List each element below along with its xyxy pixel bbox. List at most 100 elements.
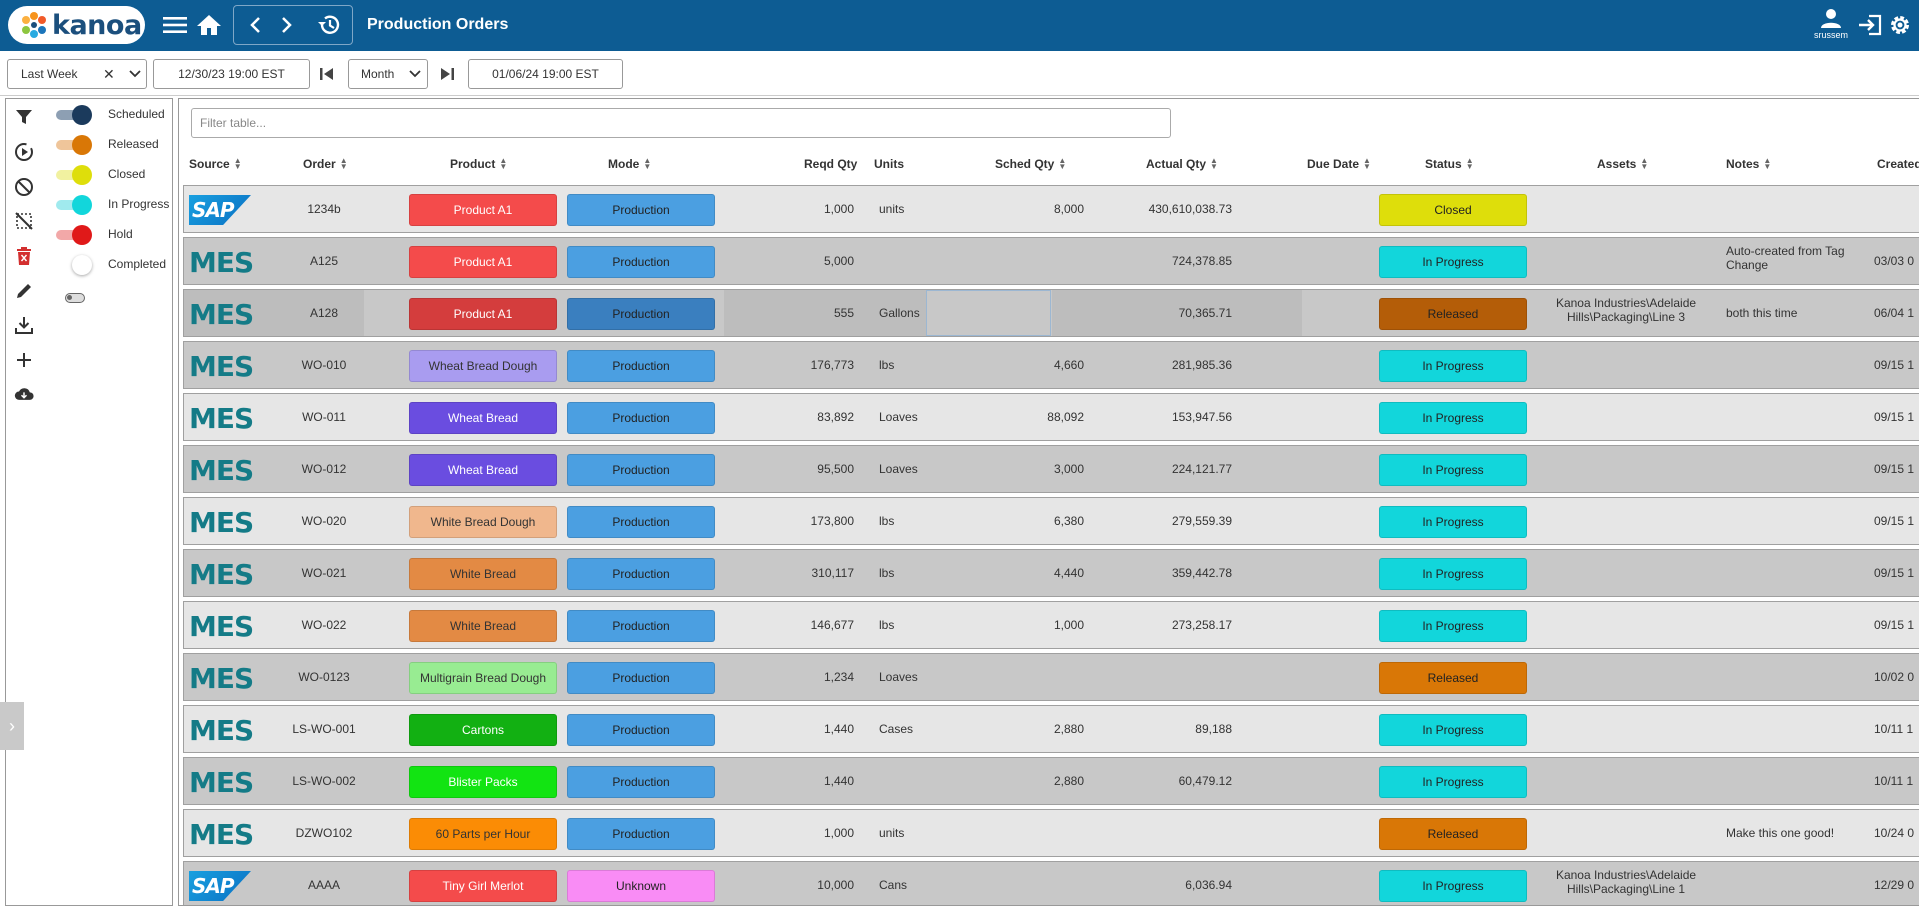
menu-icon[interactable] [160,10,190,40]
table-row[interactable]: MES DZWO102 60 Parts per Hour Production 1,0… [183,809,1919,857]
status-badge[interactable]: In Progress [1379,402,1527,434]
mode-badge[interactable]: Production [567,610,715,642]
col-header-product[interactable]: Product ▲ ▼ [450,157,507,172]
col-header-status[interactable]: Status ▲ ▼ [1425,157,1474,172]
status-badge[interactable]: In Progress [1379,870,1527,902]
status-badge[interactable]: In Progress [1379,454,1527,486]
mode-badge[interactable]: Production [567,662,715,694]
product-badge[interactable]: White Bread [409,558,557,590]
product-badge[interactable]: Blister Packs [409,766,557,798]
legend-item-released[interactable]: Released [56,134,176,156]
status-badge[interactable]: Released [1379,818,1527,850]
start-date-field[interactable]: 12/30/23 19:00 EST [153,59,310,89]
table-row[interactable]: MES LS-WO-001 Cartons Production 1,440 Cases 2… [183,705,1919,753]
status-badge[interactable]: In Progress [1379,506,1527,538]
col-header-reqd-qty[interactable]: Reqd Qty [804,157,857,171]
mode-badge[interactable]: Unknown [567,870,715,902]
table-row[interactable]: MES A125 Product A1 Production 5,000 724,378.… [183,237,1919,285]
status-badge[interactable]: In Progress [1379,610,1527,642]
col-header-notes[interactable]: Notes ▲ ▼ [1726,157,1771,172]
range-select[interactable]: Last Week ✕ [7,59,147,89]
product-badge[interactable]: Wheat Bread Dough [409,350,557,382]
table-row[interactable]: MES WO-010 Wheat Bread Dough Production 176,… [183,341,1919,389]
status-badge[interactable]: In Progress [1379,714,1527,746]
mode-badge[interactable]: Production [567,766,715,798]
download-icon[interactable] [14,315,34,335]
mode-badge[interactable]: Production [567,194,715,226]
timer-play-icon[interactable] [14,142,34,162]
kanoa-logo[interactable]: kanoa [8,6,145,44]
legend-item-completed[interactable]: Completed [56,254,176,276]
col-header-order[interactable]: Order ▲ ▼ [303,157,348,172]
mode-badge[interactable]: Production [567,246,715,278]
status-badge[interactable]: Closed [1379,194,1527,226]
mode-badge[interactable]: Production [567,402,715,434]
col-header-due-date[interactable]: Due Date ▲ ▼ [1307,157,1371,172]
table-row[interactable]: MES WO-021 White Bread Production 310,117 lbs… [183,549,1919,597]
col-header-created[interactable]: Created [1877,157,1919,171]
user-menu[interactable]: srussem [1805,8,1857,40]
delete-icon[interactable] [14,246,34,266]
end-date-field[interactable]: 01/06/24 19:00 EST [468,59,623,89]
status-badge[interactable]: In Progress [1379,558,1527,590]
clear-icon[interactable]: ✕ [103,66,115,83]
table-row[interactable]: MES WO-012 Wheat Bread Production 95,500 Loav… [183,445,1919,493]
legend-item-in-progress[interactable]: In Progress [56,194,176,216]
product-badge[interactable]: Multigrain Bread Dough [409,662,557,694]
skip-previous-icon[interactable] [318,67,336,84]
mode-badge[interactable]: Production [567,454,715,486]
table-row[interactable]: MES WO-022 White Bread Production 146,677 lbs… [183,601,1919,649]
table-row[interactable]: MES WO-0123 Multigrain Bread Dough Producti… [183,653,1919,701]
mode-badge[interactable]: Production [567,714,715,746]
table-row[interactable]: MES WO-011 Wheat Bread Production 83,892 Loav… [183,393,1919,441]
cloud-download-icon[interactable] [14,384,34,404]
table-row[interactable]: SAP AAAA Tiny Girl Merlot Unknown 10,000 Cans… [183,861,1919,905]
legend-item-closed[interactable]: Closed [56,164,176,186]
status-badge[interactable]: Released [1379,662,1527,694]
product-badge[interactable]: Product A1 [409,246,557,278]
product-badge[interactable]: Wheat Bread [409,402,557,434]
col-header-source[interactable]: Source ▲ ▼ [189,157,242,172]
col-header-actual-qty[interactable]: Actual Qty ▲ ▼ [1146,157,1218,172]
status-badge[interactable]: In Progress [1379,350,1527,382]
status-badge[interactable]: Released [1379,298,1527,330]
mode-badge[interactable]: Production [567,350,715,382]
table-row[interactable]: SAP 1234b Product A1 Production 1,000 units 8,… [183,185,1919,233]
status-badge[interactable]: In Progress [1379,766,1527,798]
col-header-mode[interactable]: Mode ▲ ▼ [608,157,651,172]
mode-badge[interactable]: Production [567,298,715,330]
table-row[interactable]: MES LS-WO-002 Blister Packs Production 1,440… [183,757,1919,805]
product-badge[interactable]: Wheat Bread [409,454,557,486]
product-badge[interactable]: Cartons [409,714,557,746]
edit-pencil-icon[interactable] [14,281,34,301]
product-badge[interactable]: Tiny Girl Merlot [409,870,557,902]
col-header-assets[interactable]: Assets ▲ ▼ [1597,157,1648,172]
product-badge[interactable]: Product A1 [409,194,557,226]
col-header-units[interactable]: Units [874,157,904,171]
history-icon[interactable] [314,10,344,40]
back-icon[interactable] [240,10,270,40]
mode-badge[interactable]: Production [567,558,715,590]
mode-badge[interactable]: Production [567,506,715,538]
filter-icon[interactable] [14,107,34,127]
product-badge[interactable]: White Bread [409,610,557,642]
settings-gear-icon[interactable] [1885,10,1915,40]
deselect-icon[interactable] [14,211,34,231]
home-icon[interactable] [194,10,224,40]
show-all-toggle[interactable] [65,293,85,303]
table-row[interactable]: MES WO-020 White Bread Dough Production 173,… [183,497,1919,545]
legend-item-scheduled[interactable]: Scheduled [56,104,176,126]
logout-icon[interactable] [1855,10,1885,40]
skip-next-icon[interactable] [438,67,456,84]
product-badge[interactable]: 60 Parts per Hour [409,818,557,850]
product-badge[interactable]: White Bread Dough [409,506,557,538]
mode-badge[interactable]: Production [567,818,715,850]
status-badge[interactable]: In Progress [1379,246,1527,278]
col-header-sched-qty[interactable]: Sched Qty ▲ ▼ [995,157,1066,172]
product-badge[interactable]: Product A1 [409,298,557,330]
table-filter-input[interactable] [191,108,1171,138]
expand-panel-button[interactable]: › [0,702,24,750]
period-select[interactable]: Month [348,59,428,89]
legend-item-hold[interactable]: Hold [56,224,176,246]
table-row[interactable]: MES A128 Product A1 Production 555 Gallons 70,… [183,289,1919,337]
